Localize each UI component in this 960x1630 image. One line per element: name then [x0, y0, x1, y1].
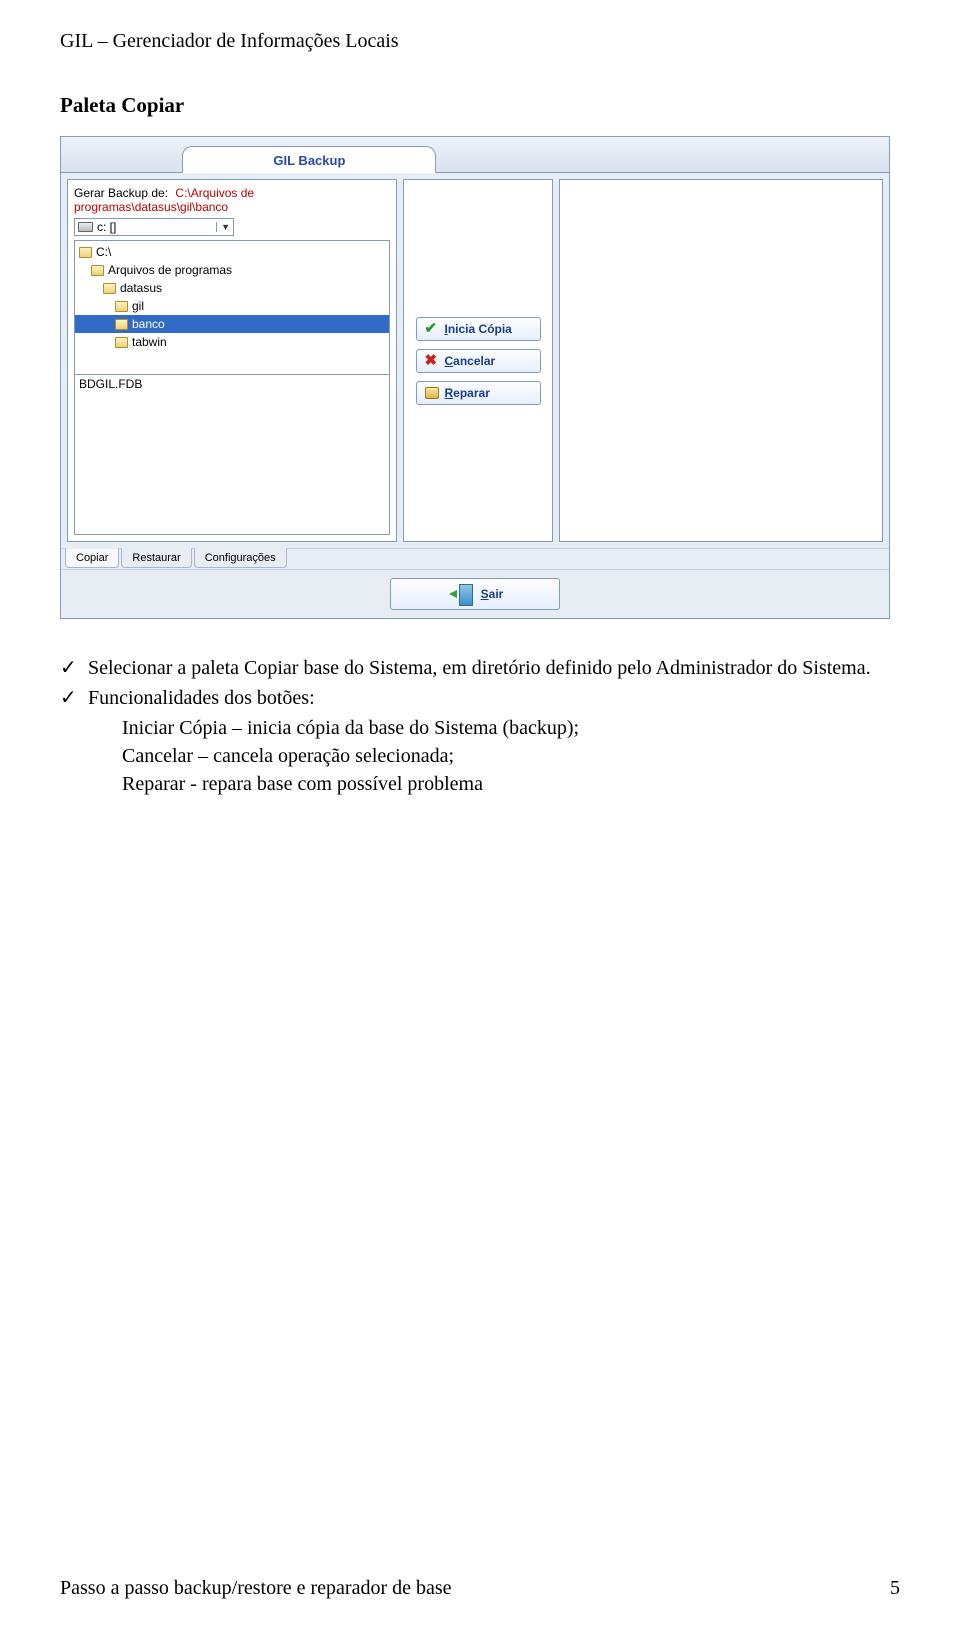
chevron-down-icon: ▼: [216, 222, 230, 232]
close-icon: ✖: [425, 354, 439, 368]
tree-item[interactable]: datasus: [75, 279, 389, 297]
sair-button[interactable]: Sair: [390, 578, 560, 610]
checkmark-icon: ✓: [60, 684, 78, 712]
check-icon: ✔: [425, 322, 439, 336]
cancelar-button[interactable]: ✖ Cancelar: [416, 349, 541, 373]
bullet-subtext: Cancelar – cancela operação selecionada;: [60, 742, 900, 770]
repair-icon: [425, 387, 439, 399]
tree-item-selected[interactable]: banco: [75, 315, 389, 333]
window-title-tab: GIL Backup: [182, 146, 436, 173]
right-panel: [559, 179, 883, 542]
page-number: 5: [890, 1577, 900, 1600]
backup-path-label: Gerar Backup de:: [74, 186, 168, 200]
folder-icon: [115, 337, 128, 348]
tree-item[interactable]: gil: [75, 297, 389, 315]
file-item[interactable]: BDGIL.FDB: [79, 377, 385, 391]
drive-select[interactable]: c: [] ▼: [74, 218, 234, 236]
tab-configuracoes[interactable]: Configurações: [194, 548, 287, 568]
exit-icon: [447, 584, 473, 604]
bullet-subtext: Reparar - repara base com possível probl…: [60, 770, 900, 798]
folder-icon: [91, 265, 104, 276]
left-panel: Gerar Backup de: C:\Arquivos de programa…: [67, 179, 397, 542]
tab-copiar[interactable]: Copiar: [65, 548, 119, 568]
page-footer: Passo a passo backup/restore e reparador…: [60, 1577, 900, 1600]
footer-text: Passo a passo backup/restore e reparador…: [60, 1577, 452, 1600]
checkmark-icon: ✓: [60, 654, 78, 682]
bullet-text: Selecionar a paleta Copiar base do Siste…: [88, 654, 871, 682]
tree-item[interactable]: C:\: [75, 243, 389, 261]
section-title: Paleta Copiar: [60, 93, 900, 118]
window-footer: Sair: [61, 569, 889, 618]
gil-backup-window: GIL Backup Gerar Backup de: C:\Arquivos …: [60, 136, 890, 619]
drive-icon: [78, 222, 93, 232]
tree-item[interactable]: tabwin: [75, 333, 389, 351]
folder-icon: [115, 319, 128, 330]
folder-icon: [103, 283, 116, 294]
tree-item[interactable]: Arquivos de programas: [75, 261, 389, 279]
reparar-button[interactable]: Reparar: [416, 381, 541, 405]
folder-icon: [115, 301, 128, 312]
file-list[interactable]: BDGIL.FDB: [74, 375, 390, 535]
bullet-text: Funcionalidades dos botões:: [88, 684, 315, 712]
action-button-panel: ✔ Inicia Cópia ✖ Cancelar Reparar: [403, 179, 553, 542]
tab-restaurar[interactable]: Restaurar: [121, 548, 191, 568]
folder-tree[interactable]: C:\ Arquivos de programas datasus gil ba…: [74, 240, 390, 375]
backup-path-row: Gerar Backup de: C:\Arquivos de programa…: [74, 186, 390, 214]
bullet-list: ✓ Selecionar a paleta Copiar base do Sis…: [60, 654, 900, 798]
document-header: GIL – Gerenciador de Informações Locais: [60, 30, 900, 53]
mode-tabs: Copiar Restaurar Configurações: [61, 548, 889, 569]
drive-label: c: []: [97, 220, 116, 234]
inicia-copia-button[interactable]: ✔ Inicia Cópia: [416, 317, 541, 341]
bullet-subtext: Iniciar Cópia – inicia cópia da base do …: [60, 714, 900, 742]
window-titlebar: GIL Backup: [61, 137, 889, 173]
folder-icon: [79, 247, 92, 258]
